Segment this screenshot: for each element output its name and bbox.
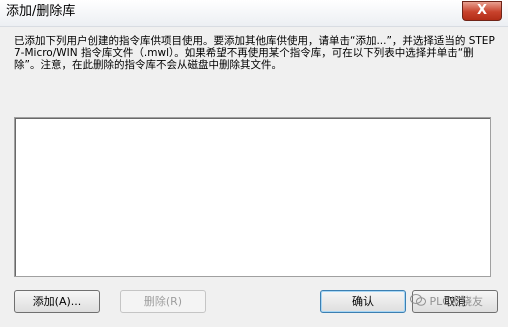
delete-button: 删除(R) [120, 290, 206, 313]
library-list[interactable] [14, 117, 491, 277]
add-remove-library-dialog: 添加/删除库 X 已添加下列用户创建的指令库供项目使用。要添加其他库供使用，请单… [0, 0, 508, 327]
title-bar[interactable]: 添加/删除库 X [0, 0, 508, 27]
window-title: 添加/删除库 [6, 4, 76, 19]
watermark-text: PLC发烧友 [429, 295, 483, 308]
chat-bubble-icon [410, 294, 426, 306]
add-button[interactable]: 添加(A)... [14, 290, 100, 313]
description-text: 已添加下列用户创建的指令库供项目使用。要添加其他库供使用，请单击“添加...”，… [14, 35, 495, 71]
ok-button[interactable]: 确认 [320, 290, 406, 313]
close-icon: X [476, 3, 488, 18]
close-button[interactable]: X [462, 1, 502, 21]
watermark: PLC发烧友 [410, 292, 483, 312]
